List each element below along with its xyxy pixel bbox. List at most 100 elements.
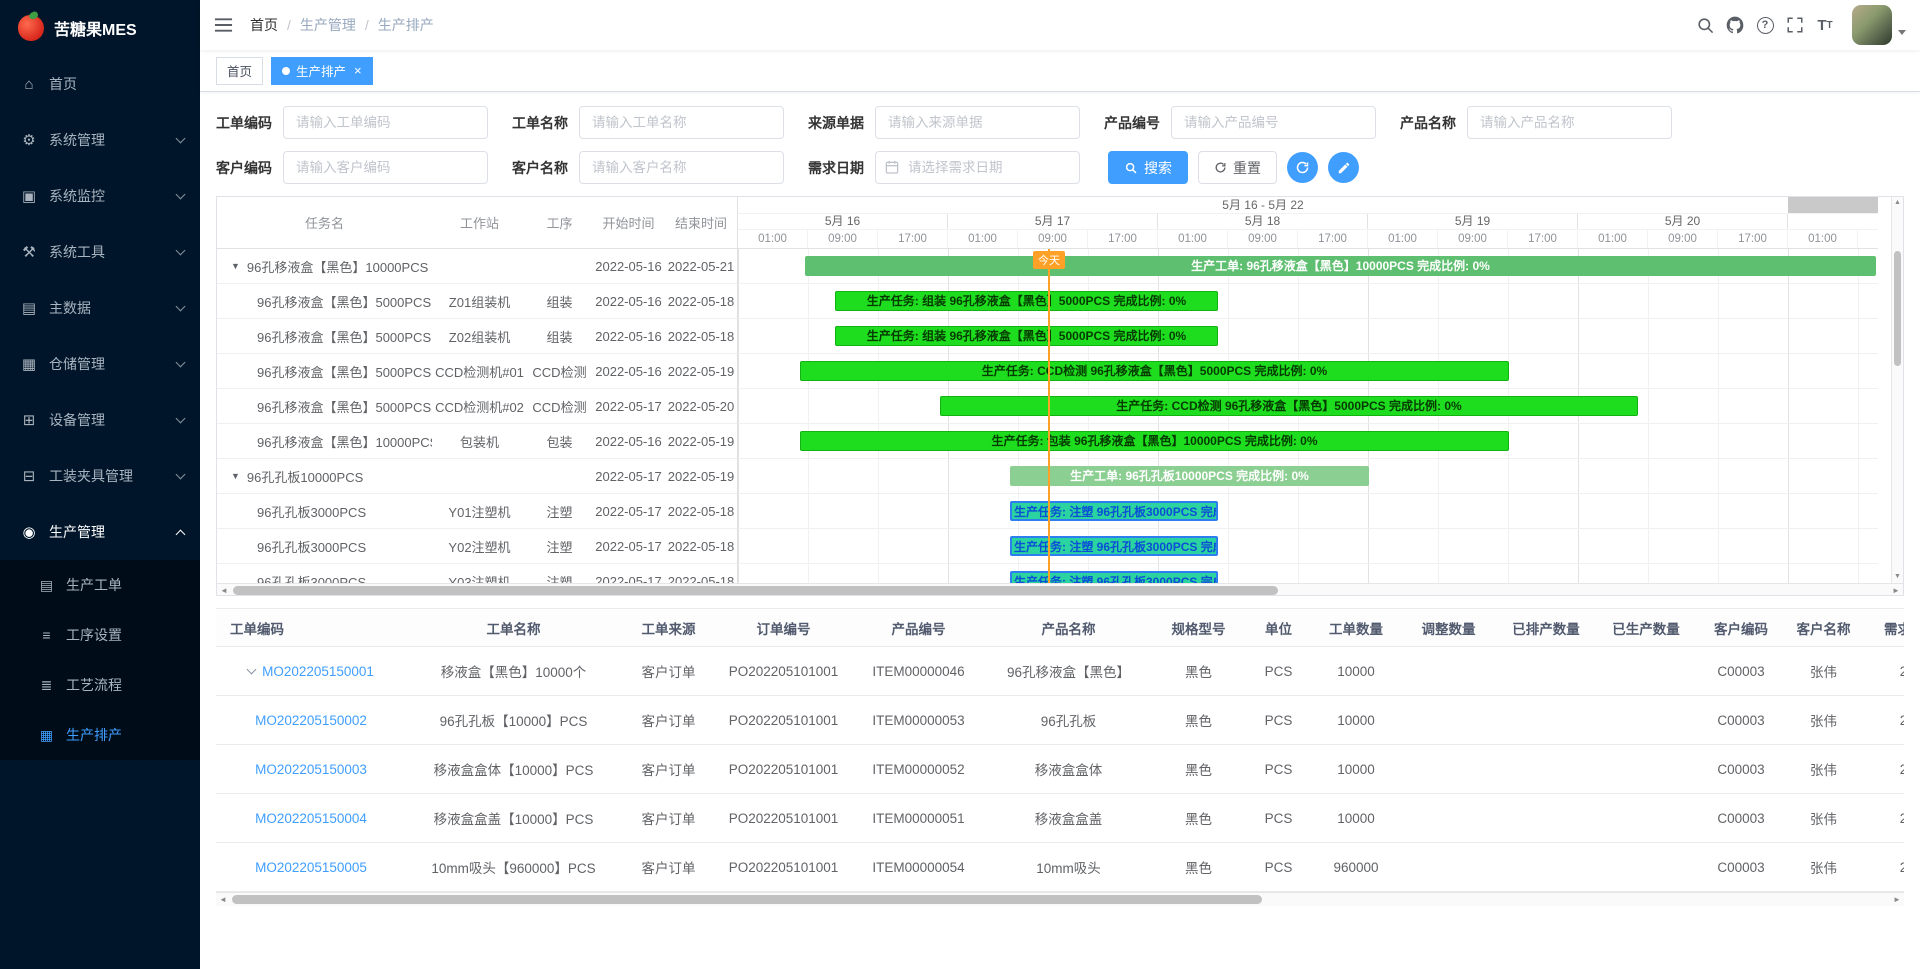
expand-caret-icon[interactable] <box>247 664 257 674</box>
gantt-task-row[interactable]: 96孔移液盒【黑色】5000PCSZ01组装机组装2022-05-162022-… <box>217 284 737 319</box>
gantt-vertical-scrollbar[interactable]: ▲ ▼ <box>1891 197 1903 583</box>
gantt-task-row[interactable]: 96孔孔板3000PCSY01注塑机注塑2022-05-172022-05-18 <box>217 494 737 529</box>
gantt-bar-task[interactable]: 生产任务: 组装 96孔移液盒【黑色】5000PCS 完成比例: 0% <box>835 326 1218 346</box>
tab-首页[interactable]: 首页 <box>216 57 263 85</box>
sidebar-item-warehouse[interactable]: ▦仓储管理 <box>0 336 200 392</box>
product-name-input[interactable] <box>1467 106 1672 139</box>
gantt-task-row[interactable]: 96孔孔板3000PCSY03注塑机注塑2022-05-172022-05-18 <box>217 564 737 583</box>
table-row[interactable]: MO20220515000510mm吸头【960000】PCS客户订单PO202… <box>216 843 1904 892</box>
table-horizontal-scrollbar[interactable]: ◄ ► <box>216 892 1904 906</box>
sidebar-item-label: 工装夹具管理 <box>49 466 166 486</box>
work-order-link[interactable]: MO202205150002 <box>255 713 367 728</box>
chevron-down-icon[interactable] <box>1898 30 1906 35</box>
table-row[interactable]: MO202205150001移液盒【黑色】10000个客户订单PO2022051… <box>216 647 1904 696</box>
source-doc-input[interactable] <box>875 106 1080 139</box>
gantt-bar-order[interactable]: 生产工单: 96孔孔板10000PCS 完成比例: 0% <box>1010 466 1369 486</box>
warehouse-icon: ▦ <box>20 355 38 373</box>
search-icon[interactable] <box>1692 12 1718 38</box>
gantt-task-row[interactable]: 96孔移液盒【黑色】5000PCSCCD检测机#02CCD检测2022-05-1… <box>217 389 737 424</box>
close-icon[interactable]: × <box>354 63 362 78</box>
gantt-task-row[interactable]: 96孔孔板3000PCSY02注塑机注塑2022-05-172022-05-18 <box>217 529 737 564</box>
table-row[interactable]: MO20220515000296孔孔板【10000】PCS客户订单PO20220… <box>216 696 1904 745</box>
sidebar-item-master-data[interactable]: ▤主数据 <box>0 280 200 336</box>
gantt-task-process: 注塑 <box>527 502 592 521</box>
font-size-icon[interactable]: TT <box>1812 12 1838 38</box>
scroll-up-arrow-icon[interactable]: ▲ <box>1892 197 1903 209</box>
sidebar-item-label: 主数据 <box>49 298 166 318</box>
gantt-task-end: 2022-05-18 <box>665 329 737 344</box>
work-order-link[interactable]: MO202205150004 <box>255 811 367 826</box>
customer-name-input[interactable] <box>579 151 784 184</box>
work-order-link[interactable]: MO202205150005 <box>255 860 367 875</box>
table-cell: 移液盒盒盖【10000】PCS <box>406 808 621 828</box>
submenu-item-process-settings[interactable]: ≡工序设置 <box>0 610 200 660</box>
gantt-task-row[interactable]: 96孔移液盒【黑色】5000PCSZ02组装机组装2022-05-162022-… <box>217 319 737 354</box>
sidebar-item-fixture[interactable]: ⊟工装夹具管理 <box>0 448 200 504</box>
gantt-bar-order[interactable]: 生产工单: 96孔移液盒【黑色】10000PCS 完成比例: 0% <box>805 256 1876 276</box>
table-row[interactable]: MO202205150003移液盒盒体【10000】PCS客户订单PO20220… <box>216 745 1904 794</box>
work-order-code-input[interactable] <box>283 106 488 139</box>
gantt-task-row[interactable]: ▼96孔孔板10000PCS2022-05-172022-05-19 <box>217 459 737 494</box>
table-cell: PO202205101001 <box>716 664 851 679</box>
expand-triangle-icon[interactable]: ▼ <box>231 471 240 481</box>
sidebar-item-tools[interactable]: ⚒系统工具 <box>0 224 200 280</box>
scrollbar-thumb[interactable] <box>1894 251 1901 366</box>
scroll-right-arrow-icon[interactable]: ► <box>1890 893 1904 906</box>
app-logo[interactable]: 苦糖果MES <box>0 0 200 56</box>
demand-date-input[interactable] <box>875 151 1080 184</box>
table-row[interactable]: MO202205150004移液盒盒盖【10000】PCS客户订单PO20220… <box>216 794 1904 843</box>
scroll-down-arrow-icon[interactable]: ▼ <box>1892 571 1903 583</box>
gantt-task-row[interactable]: 96孔移液盒【黑色】5000PCSCCD检测机#01CCD检测2022-05-1… <box>217 354 737 389</box>
gantt-task-workstation: Y02注塑机 <box>432 537 527 556</box>
fullscreen-icon[interactable] <box>1782 12 1808 38</box>
sidebar-item-system-mgmt[interactable]: ⚙系统管理 <box>0 112 200 168</box>
gantt-bar-task[interactable]: 生产任务: CCD检测 96孔移液盒【黑色】5000PCS 完成比例: 0% <box>800 361 1509 381</box>
help-icon[interactable]: ? <box>1752 12 1778 38</box>
sidebar-item-production[interactable]: ◉生产管理 <box>0 504 200 560</box>
customer-code-input[interactable] <box>283 151 488 184</box>
table-cell: 10000 <box>1311 713 1401 728</box>
edit-columns-button[interactable] <box>1328 152 1359 183</box>
gantt-bar-task-selected[interactable]: 生产任务: 注塑 96孔孔板3000PCS 完成比例: 0% <box>1010 536 1218 556</box>
page-content: 工单编码工单名称来源单据产品编号产品名称客户编码客户名称需求日期搜索重置 任务名… <box>200 92 1920 969</box>
gantt-bar-task[interactable]: 生产任务: 包装 96孔移液盒【黑色】10000PCS 完成比例: 0% <box>800 431 1509 451</box>
sidebar-item-equipment[interactable]: ⊞设备管理 <box>0 392 200 448</box>
table-cell: ITEM00000053 <box>851 713 986 728</box>
github-icon[interactable] <box>1722 12 1748 38</box>
scroll-left-arrow-icon[interactable]: ◄ <box>216 893 230 906</box>
scroll-left-arrow-icon[interactable]: ◄ <box>217 584 231 596</box>
avatar[interactable] <box>1852 5 1892 45</box>
breadcrumb-item[interactable]: 首页 <box>250 15 278 35</box>
work-order-name-input[interactable] <box>579 106 784 139</box>
gantt-task-end: 2022-05-18 <box>665 504 737 519</box>
work-order-link[interactable]: MO202205150003 <box>255 762 367 777</box>
column-header: 工单名称 <box>406 618 621 638</box>
gantt-bar-task[interactable]: 生产任务: CCD检测 96孔移液盒【黑色】5000PCS 完成比例: 0% <box>940 396 1638 416</box>
reset-button[interactable]: 重置 <box>1198 151 1277 184</box>
scrollbar-thumb[interactable] <box>232 895 1262 904</box>
tab-生产排产[interactable]: 生产排产× <box>271 57 373 85</box>
sidebar-item-monitoring[interactable]: ▣系统监控 <box>0 168 200 224</box>
scrollbar-thumb[interactable] <box>233 586 1278 595</box>
work-order-link[interactable]: MO202205150001 <box>262 664 374 679</box>
filter-row-2: 客户编码客户名称需求日期搜索重置 <box>216 151 1904 184</box>
submenu-item-scheduling[interactable]: ▦生产排产 <box>0 710 200 760</box>
gantt-task-row[interactable]: ▼96孔移液盒【黑色】10000PCS2022-05-162022-05-21 <box>217 249 737 284</box>
submenu-item-process-flow[interactable]: ≣工艺流程 <box>0 660 200 710</box>
scroll-right-arrow-icon[interactable]: ► <box>1889 584 1903 596</box>
product-code-input[interactable] <box>1171 106 1376 139</box>
search-button[interactable]: 搜索 <box>1108 151 1188 184</box>
gantt-task-row[interactable]: 96孔移液盒【黑色】10000PCS包装机包装2022-05-162022-05… <box>217 424 737 459</box>
submenu-item-work-order[interactable]: ▤生产工单 <box>0 560 200 610</box>
gantt-bar-task-selected[interactable]: 生产任务: 注塑 96孔孔板3000PCS 完成比例: 0% <box>1010 501 1218 521</box>
refresh-button[interactable] <box>1287 152 1318 183</box>
expand-triangle-icon[interactable]: ▼ <box>231 261 240 271</box>
hamburger-icon[interactable] <box>214 14 236 36</box>
filter-form: 工单编码工单名称来源单据产品编号产品名称客户编码客户名称需求日期搜索重置 <box>216 106 1904 184</box>
gantt-horizontal-scrollbar[interactable]: ◄ ► <box>217 583 1903 596</box>
sidebar-item-home[interactable]: ⌂首页 <box>0 56 200 112</box>
filter-field-customer-name: 客户名称 <box>512 151 784 184</box>
gantt-bar-task-selected[interactable]: 生产任务: 注塑 96孔孔板3000PCS 完成比例: 0% <box>1010 571 1218 583</box>
gantt-bar-task[interactable]: 生产任务: 组装 96孔移液盒【黑色】5000PCS 完成比例: 0% <box>835 291 1218 311</box>
chevron-down-icon <box>176 134 186 144</box>
